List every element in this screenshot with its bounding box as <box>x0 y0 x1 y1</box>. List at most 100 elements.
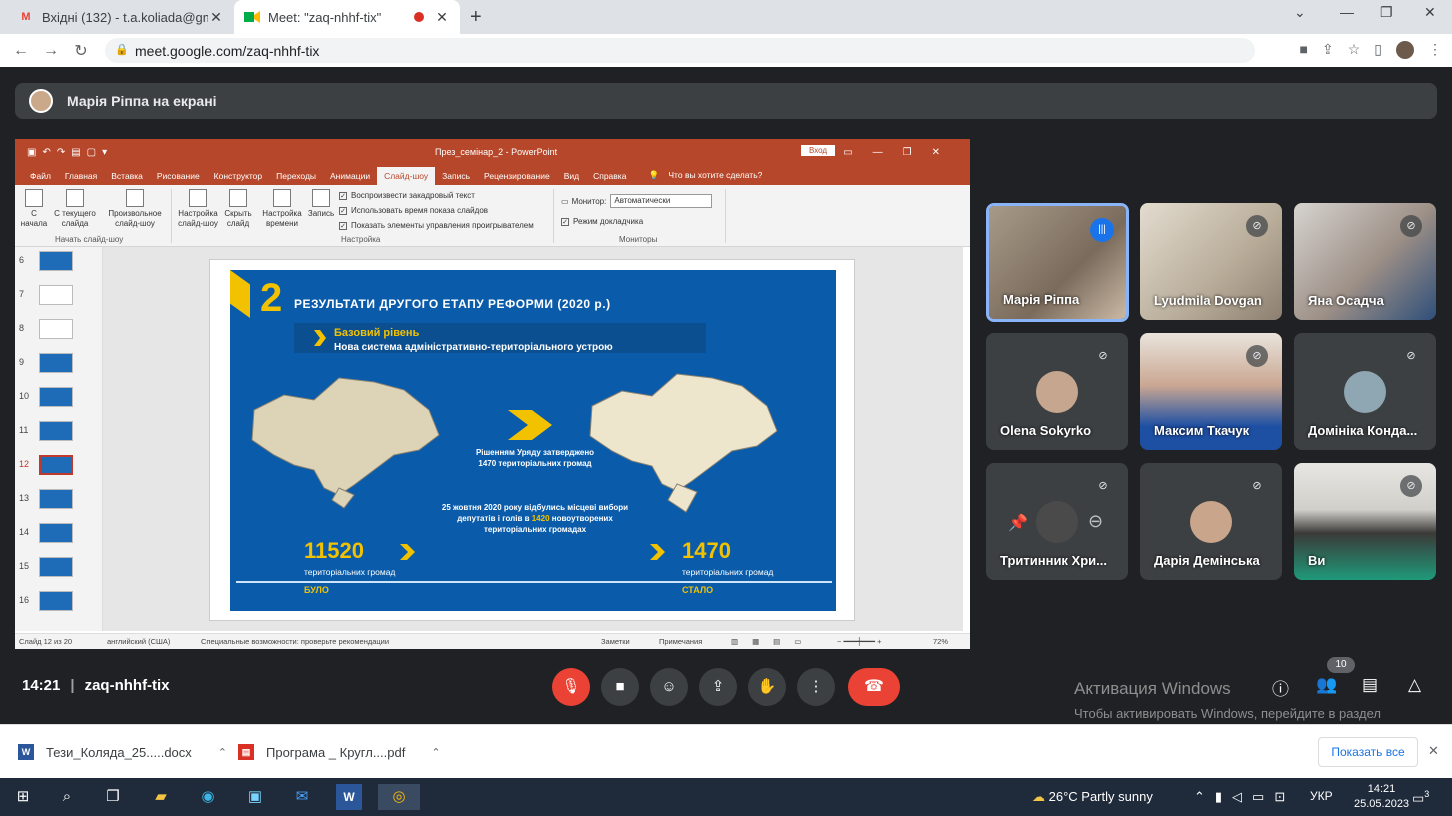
windows-start-icon[interactable]: ⊞ <box>10 784 36 810</box>
participant-tile[interactable]: ⊘ Olena Sokyrko <box>986 333 1128 450</box>
word-taskbar-icon[interactable]: W <box>336 784 362 810</box>
chrome-taskbar-icon[interactable]: ◎ <box>378 784 420 810</box>
weather-widget[interactable]: ☁ 26°C Partly sunny <box>1032 789 1153 805</box>
search-icon[interactable]: ⌕ <box>54 784 80 810</box>
thumbnail-item-selected[interactable]: 12 <box>15 451 103 481</box>
ribbon-tab-design[interactable]: Конструктор <box>207 167 269 185</box>
show-all-downloads-button[interactable]: Показать все <box>1318 737 1418 767</box>
status-accessibility[interactable]: Специальные возможности: проверьте реком… <box>201 637 389 646</box>
bookmark-star-icon[interactable]: ☆ <box>1348 41 1361 59</box>
forward-icon[interactable]: → <box>36 42 66 60</box>
ribbon-tab-record[interactable]: Запись <box>435 167 477 185</box>
thumbnail-item[interactable]: 13 <box>15 485 103 515</box>
store-icon[interactable]: ▣ <box>242 784 268 810</box>
status-notes-button[interactable]: Заметки <box>601 637 630 646</box>
from-current-button[interactable]: С текущего слайда <box>51 189 99 229</box>
custom-slideshow-button[interactable]: Произвольное слайд-шоу <box>103 189 167 229</box>
view-buttons[interactable]: ▥▦▤▭ <box>731 637 815 646</box>
camera-toggle-button[interactable]: ■ <box>601 668 639 706</box>
language-indicator[interactable]: УКР <box>1310 789 1333 803</box>
download-item[interactable]: ▤ Програма _ Кругл....pdf ⌃ <box>238 735 441 769</box>
close-window-button[interactable]: ✕ <box>1424 4 1436 21</box>
reload-icon[interactable]: ↻ <box>66 41 96 61</box>
new-tab-button[interactable]: + <box>470 6 482 29</box>
participant-tile[interactable]: ⊘ Яна Осадча <box>1294 203 1436 320</box>
status-comments-button[interactable]: Примечания <box>659 637 702 646</box>
ribbon-tab-view[interactable]: Вид <box>557 167 586 185</box>
close-downloads-icon[interactable]: ✕ <box>1428 743 1439 759</box>
ribbon-tab-draw[interactable]: Рисование <box>150 167 207 185</box>
thumbnail-item[interactable]: 6 <box>15 247 103 277</box>
chevron-up-icon[interactable]: ⌃ <box>431 746 440 759</box>
edge-icon[interactable]: ◉ <box>195 784 221 810</box>
more-options-button[interactable]: ⋮ <box>797 668 835 706</box>
back-icon[interactable]: ← <box>6 42 36 60</box>
activities-icon[interactable]: △ <box>1408 675 1421 695</box>
url-field[interactable]: 🔒 meet.google.com/zaq-nhhf-tix <box>105 38 1255 63</box>
thumbnail-item[interactable]: 11 <box>15 417 103 447</box>
file-explorer-icon[interactable]: ▰ <box>148 784 174 810</box>
ribbon-tab-help[interactable]: Справка <box>586 167 633 185</box>
chat-icon[interactable]: ▤ <box>1362 675 1378 695</box>
mail-icon[interactable]: ✉ <box>289 784 315 810</box>
notifications-icon[interactable]: ▭3 <box>1412 789 1429 806</box>
ribbon-tab-animations[interactable]: Анимации <box>323 167 377 185</box>
ribbon-tab-review[interactable]: Рецензирование <box>477 167 557 185</box>
profile-avatar[interactable] <box>1396 41 1414 59</box>
thumbnail-item[interactable]: 7 <box>15 281 103 311</box>
ribbon-tab-transitions[interactable]: Переходы <box>269 167 323 185</box>
lock-icon[interactable]: 🔒 <box>115 43 129 56</box>
ribbon-tab-slideshow[interactable]: Слайд-шоу <box>377 167 436 185</box>
tab-meet[interactable]: Meet: "zaq-nhhf-tix" ✕ <box>234 0 460 34</box>
close-tab-icon[interactable]: ✕ <box>208 9 224 26</box>
mic-toggle-button[interactable]: 🎙 <box>552 668 590 706</box>
participant-tile[interactable]: ⊘ Ви <box>1294 463 1436 580</box>
presenter-view-checkbox[interactable]: ✓ Режим докладчика <box>561 217 643 226</box>
signin-button[interactable]: Вход <box>801 145 836 156</box>
record-button[interactable]: Запись <box>305 189 337 219</box>
hide-slide-button[interactable]: Скрыть слайд <box>223 189 253 229</box>
participant-tile[interactable]: ⊘ Lyudmila Dovgan <box>1140 203 1282 320</box>
side-panel-icon[interactable]: ▯ <box>1374 41 1382 59</box>
taskbar-clock[interactable]: 14:21 25.05.2023 <box>1354 782 1409 812</box>
share-icon[interactable]: ⇪ <box>1322 41 1334 59</box>
thumbnail-item[interactable]: 8 <box>15 315 103 345</box>
tray-icons[interactable]: ⌃▮◁▭⊡ <box>1194 789 1295 805</box>
controls-checkbox[interactable]: ✓ Показать элементы управления проигрыват… <box>339 221 534 230</box>
chevron-up-icon[interactable]: ⌃ <box>218 746 227 759</box>
window-controls[interactable]: ▭—❐✕ <box>843 147 960 158</box>
thumbnail-item[interactable]: 10 <box>15 383 103 413</box>
leave-call-button[interactable]: ☎ <box>848 668 900 706</box>
present-screen-button[interactable]: ⇪ <box>699 668 737 706</box>
participant-tile[interactable]: ⊘ Дарія Демінська <box>1140 463 1282 580</box>
close-tab-icon[interactable]: ✕ <box>434 9 450 26</box>
download-item[interactable]: W Тези_Коляда_25.....docx ⌃ <box>18 735 227 769</box>
setup-slideshow-button[interactable]: Настройка слайд-шоу <box>175 189 221 229</box>
menu-kebab-icon[interactable]: ⋮ <box>1428 41 1442 59</box>
tell-me-box[interactable]: 💡 Что вы хотите сделать? <box>641 166 776 185</box>
timings-checkbox[interactable]: ✓ Использовать время показа слайдов <box>339 206 488 215</box>
monitor-select[interactable]: Автоматически <box>610 194 713 208</box>
participant-tile[interactable]: ||| Марія Ріппа <box>986 203 1129 322</box>
camera-blocked-icon[interactable]: ■ <box>1300 41 1308 59</box>
status-language[interactable]: английский (США) <box>107 637 170 646</box>
from-start-button[interactable]: С начала <box>19 189 49 229</box>
tab-gmail[interactable]: M Вхідні (132) - t.a.koliada@gmail.c ✕ <box>8 0 234 34</box>
participant-tile[interactable]: ⊘ Домініка Конда... <box>1294 333 1436 450</box>
minimize-button[interactable]: — <box>1340 4 1354 20</box>
quick-access-icons[interactable]: ▣↶↷▤▢▾ <box>27 147 113 158</box>
remove-icon[interactable]: ⊖ <box>1088 511 1103 532</box>
maximize-button[interactable]: ❐ <box>1380 4 1393 21</box>
ribbon-tab-insert[interactable]: Вставка <box>104 167 150 185</box>
task-view-icon[interactable]: ❐ <box>100 784 126 810</box>
meeting-details-icon[interactable]: ⓘ <box>1272 675 1289 700</box>
thumbnail-item[interactable]: 14 <box>15 519 103 549</box>
narration-checkbox[interactable]: ✓ Воспроизвести закадровый текст <box>339 191 475 200</box>
ribbon-tab-file[interactable]: Файл <box>23 167 58 185</box>
ribbon-tab-home[interactable]: Главная <box>58 167 104 185</box>
thumbnail-item[interactable]: 15 <box>15 553 103 583</box>
participant-tile[interactable]: 📌 ⊖ ⊘ Тритинник Хри... <box>986 463 1128 580</box>
participants-icon[interactable]: 👥 <box>1316 675 1337 695</box>
reactions-button[interactable]: ☺ <box>650 668 688 706</box>
zoom-slider[interactable]: − ━━━┿━━━ + <box>837 637 882 646</box>
